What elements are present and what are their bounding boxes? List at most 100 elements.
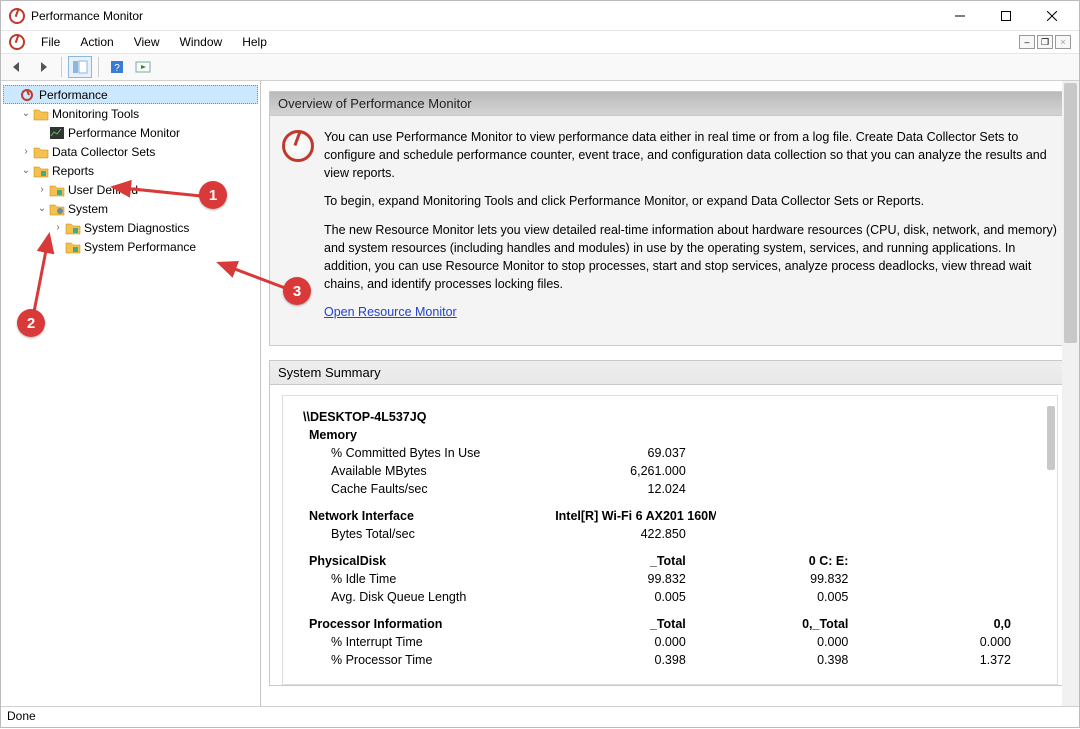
metric-label: % Committed Bytes In Use xyxy=(305,445,553,461)
tree-label: Performance Monitor xyxy=(68,126,180,140)
toolbar-separator xyxy=(98,57,99,77)
chart-icon xyxy=(49,126,65,140)
report-icon xyxy=(65,240,81,254)
status-text: Done xyxy=(7,709,36,723)
tree-label: Data Collector Sets xyxy=(52,145,155,159)
system-folder-icon xyxy=(49,202,65,216)
menubar-app-icon xyxy=(9,34,25,50)
tree-label: Reports xyxy=(52,164,94,178)
overview-p2: To begin, expand Monitoring Tools and cl… xyxy=(324,192,1058,210)
maximize-button[interactable] xyxy=(983,1,1029,31)
window-title: Performance Monitor xyxy=(31,9,937,23)
inner-scrollbar-thumb[interactable] xyxy=(1047,406,1055,470)
window-controls xyxy=(937,1,1075,31)
network-instance: Intel[R] Wi-Fi 6 AX201 160MHz xyxy=(555,499,716,524)
system-summary-panel: System Summary \\DESKTOP-4L537JQ Memory … xyxy=(269,360,1071,686)
column-header: _Total xyxy=(555,544,716,569)
summary-table: Memory % Committed Bytes In Use69.037 Av… xyxy=(303,424,1043,670)
close-button[interactable] xyxy=(1029,1,1075,31)
menu-help[interactable]: Help xyxy=(232,33,277,51)
expand-icon[interactable]: › xyxy=(19,146,33,157)
titlebar: Performance Monitor xyxy=(1,1,1079,31)
callout-1: 1 xyxy=(199,181,227,209)
column-header: 0,0 xyxy=(880,607,1041,632)
mdi-minimize[interactable]: – xyxy=(1019,35,1035,49)
svg-text:?: ? xyxy=(114,63,120,74)
mdi-restore[interactable]: ❐ xyxy=(1037,35,1053,49)
overview-text: You can use Performance Monitor to view … xyxy=(324,128,1058,331)
back-button[interactable] xyxy=(5,56,29,78)
folder-icon xyxy=(33,107,49,121)
show-hide-tree-button[interactable] xyxy=(68,56,92,78)
menubar: File Action View Window Help – ❐ × xyxy=(1,31,1079,53)
content-scrollbar[interactable] xyxy=(1062,81,1079,706)
category-disk: PhysicalDisk xyxy=(305,544,553,569)
menu-view[interactable]: View xyxy=(124,33,170,51)
toolbar-separator xyxy=(61,57,62,77)
menu-window[interactable]: Window xyxy=(170,33,233,51)
expand-icon[interactable]: › xyxy=(35,184,49,195)
tree-label: System Diagnostics xyxy=(84,221,189,235)
metric-label: % Interrupt Time xyxy=(305,634,553,650)
overview-heading[interactable]: Overview of Performance Monitor xyxy=(270,92,1070,116)
column-header: _Total xyxy=(555,607,716,632)
main-area: Performance ⌄ Monitoring Tools Performan… xyxy=(1,81,1079,706)
tree-node-monitoring-tools[interactable]: ⌄ Monitoring Tools xyxy=(3,104,258,123)
tree-label: User Defined xyxy=(68,183,138,197)
overview-p1: You can use Performance Monitor to view … xyxy=(324,128,1058,182)
mdi-controls: – ❐ × xyxy=(1019,35,1075,49)
category-memory: Memory xyxy=(305,426,553,443)
metric-value: 422.850 xyxy=(555,526,716,542)
metric-value: 99.832 xyxy=(718,571,879,587)
column-header: 0,_Total xyxy=(718,607,879,632)
collapse-icon[interactable]: ⌄ xyxy=(19,165,33,176)
perfmon-big-icon xyxy=(282,130,314,162)
tree-node-reports[interactable]: ⌄ Reports xyxy=(3,161,258,180)
overview-body: You can use Performance Monitor to view … xyxy=(270,116,1070,345)
navigation-tree[interactable]: Performance ⌄ Monitoring Tools Performan… xyxy=(1,81,261,706)
expand-icon[interactable]: › xyxy=(51,222,65,233)
tree-node-performance[interactable]: Performance xyxy=(3,85,258,104)
callout-3: 3 xyxy=(283,277,311,305)
tree-label: System Performance xyxy=(84,240,196,254)
metric-value: 1.372 xyxy=(880,652,1041,668)
menu-file[interactable]: File xyxy=(31,33,70,51)
metric-value: 12.024 xyxy=(555,481,716,497)
status-bar: Done xyxy=(1,706,1079,727)
summary-scroll-area[interactable]: \\DESKTOP-4L537JQ Memory % Committed Byt… xyxy=(282,395,1058,685)
system-summary-heading[interactable]: System Summary xyxy=(270,361,1070,385)
metric-value: 0.000 xyxy=(880,634,1041,650)
column-header: 0 C: E: xyxy=(718,544,879,569)
tree-label: System xyxy=(68,202,108,216)
app-icon xyxy=(9,8,25,24)
metric-value: 0.000 xyxy=(718,634,879,650)
category-processor: Processor Information xyxy=(305,607,553,632)
metric-value: 0.398 xyxy=(718,652,879,668)
tree-node-data-collector-sets[interactable]: › Data Collector Sets xyxy=(3,142,258,161)
collapse-icon[interactable]: ⌄ xyxy=(35,203,49,214)
metric-value: 0.005 xyxy=(555,589,716,605)
reports-folder-icon xyxy=(49,183,65,197)
metric-label: Available MBytes xyxy=(305,463,553,479)
content-pane: Overview of Performance Monitor You can … xyxy=(261,81,1079,706)
forward-button[interactable] xyxy=(31,56,55,78)
category-network: Network Interface xyxy=(305,499,553,524)
report-icon xyxy=(65,221,81,235)
metric-value: 0.398 xyxy=(555,652,716,668)
collapse-icon[interactable]: ⌄ xyxy=(19,108,33,119)
metric-label: Bytes Total/sec xyxy=(305,526,553,542)
tree-node-system-performance[interactable]: System Performance xyxy=(3,237,258,256)
metric-label: % Processor Time xyxy=(305,652,553,668)
open-resource-monitor-link[interactable]: Open Resource Monitor xyxy=(324,305,457,319)
scrollbar-thumb[interactable] xyxy=(1064,83,1077,343)
overview-p3: The new Resource Monitor lets you view d… xyxy=(324,221,1058,294)
help-button[interactable]: ? xyxy=(105,56,129,78)
minimize-button[interactable] xyxy=(937,1,983,31)
tree-node-performance-monitor[interactable]: Performance Monitor xyxy=(3,123,258,142)
tree-node-system-diagnostics[interactable]: › System Diagnostics xyxy=(3,218,258,237)
metric-value: 69.037 xyxy=(555,445,716,461)
run-button[interactable] xyxy=(131,56,155,78)
mdi-close[interactable]: × xyxy=(1055,35,1071,49)
menu-action[interactable]: Action xyxy=(70,33,123,51)
tree-label: Performance xyxy=(39,88,108,102)
